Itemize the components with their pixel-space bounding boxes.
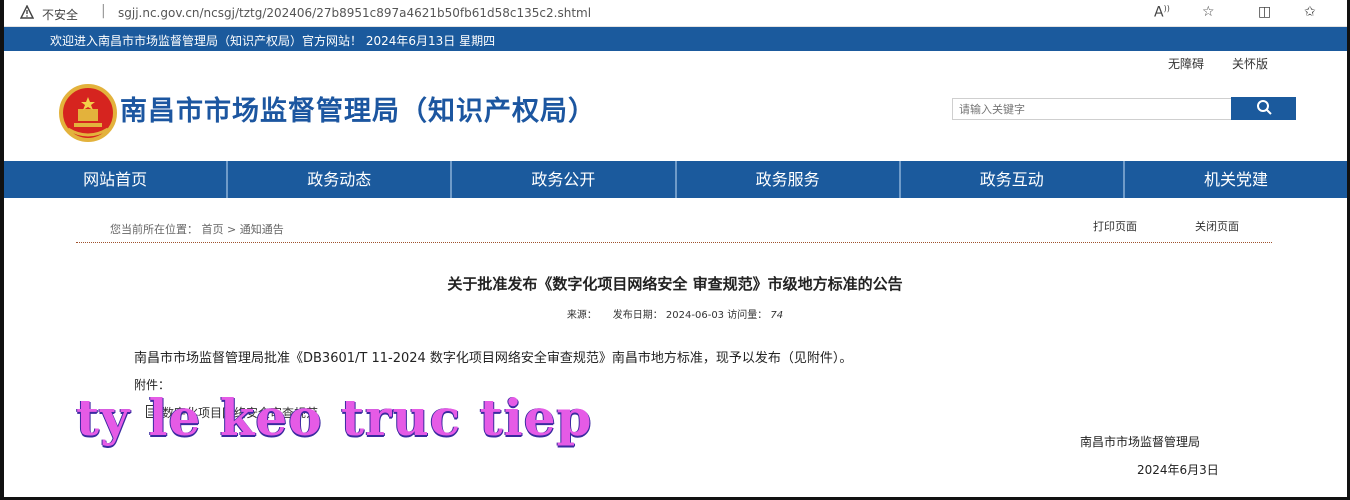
accessibility-link[interactable]: 无障碍 (1168, 55, 1204, 72)
emblem-icon (59, 84, 117, 142)
search-input[interactable] (952, 98, 1238, 120)
signature-date: 2024年6月3日 (1137, 463, 1219, 477)
nav-item-party[interactable]: 机关党建 (1125, 161, 1347, 198)
views-count: 74 (770, 310, 784, 321)
breadcrumb-current[interactable]: 通知通告 (240, 223, 284, 236)
nav-item-home[interactable]: 网站首页 (4, 161, 229, 198)
views-label: 访问量： (727, 310, 768, 321)
signature-org: 南昌市市场监督管理局 (1080, 435, 1201, 449)
search-icon (1256, 100, 1272, 115)
nav-item-news[interactable]: 政务动态 (228, 161, 453, 198)
welcome-text: 欢迎进入南昌市市场监督管理局（知识产权局）官方网站！ 2024年6月13日 星期… (50, 34, 496, 48)
browser-address-bar: 不安全 | sgjj.nc.gov.cn/ncsgj/tztg/202406/2… (4, 0, 1347, 27)
divider (76, 242, 1272, 243)
welcome-bar: 欢迎进入南昌市市场监督管理局（知识产权局）官方网站！ 2024年6月13日 星期… (4, 27, 1347, 51)
care-mode-link[interactable]: 关怀版 (1232, 55, 1268, 72)
close-page-link[interactable]: 关闭页面 (1195, 218, 1239, 234)
publish-date: 2024-06-03 (665, 310, 725, 321)
site-title[interactable]: 南昌市市场监督管理局（知识产权局） (120, 89, 596, 128)
breadcrumb-home[interactable]: 首页 (202, 223, 224, 236)
read-aloud-icon[interactable]: A)) (1154, 4, 1170, 21)
overlay-text: ty le keo truc tiep (76, 388, 593, 447)
nav-item-services[interactable]: 政务服务 (677, 161, 901, 198)
article-meta: 来源： 发布日期： 2024-06-03 访问量： 74 (0, 306, 1350, 321)
nav-item-interaction[interactable]: 政务互动 (901, 161, 1125, 198)
main-nav: 网站首页 政务动态 政务公开 政务服务 政务互动 机关党建 (4, 161, 1347, 198)
nav-item-disclosure[interactable]: 政务公开 (452, 161, 677, 198)
breadcrumb: 您当前所在位置： 首页 > 通知通告 (110, 221, 284, 237)
warning-icon[interactable] (20, 5, 34, 19)
site-header: 无障碍 关怀版 南昌市市场监督管理局（知识产权局） (4, 51, 1347, 161)
split-screen-icon[interactable]: ◫ (1258, 4, 1271, 20)
favorite-star-icon[interactable]: ☆ (1202, 4, 1215, 20)
article-title: 关于批准发布《数字化项目网络安全 审查规范》市级地方标准的公告 (447, 275, 903, 293)
breadcrumb-separator: > (227, 223, 237, 236)
article-body: 南昌市市场监督管理局批准《DB3601/T 11-2024 数字化项目网络安全审… (134, 351, 853, 366)
breadcrumb-prefix: 您当前所在位置： (110, 223, 198, 236)
search-button[interactable] (1231, 97, 1296, 120)
print-page-link[interactable]: 打印页面 (1093, 218, 1137, 234)
insecure-label[interactable]: 不安全 (42, 6, 78, 23)
address-separator: | (101, 3, 106, 19)
source-label: 来源： (566, 310, 597, 321)
address-url[interactable]: sgjj.nc.gov.cn/ncsgj/tztg/202406/27b8951… (118, 6, 591, 20)
date-label: 发布日期： (612, 310, 663, 321)
favorites-list-icon[interactable]: ✩ (1304, 4, 1316, 20)
